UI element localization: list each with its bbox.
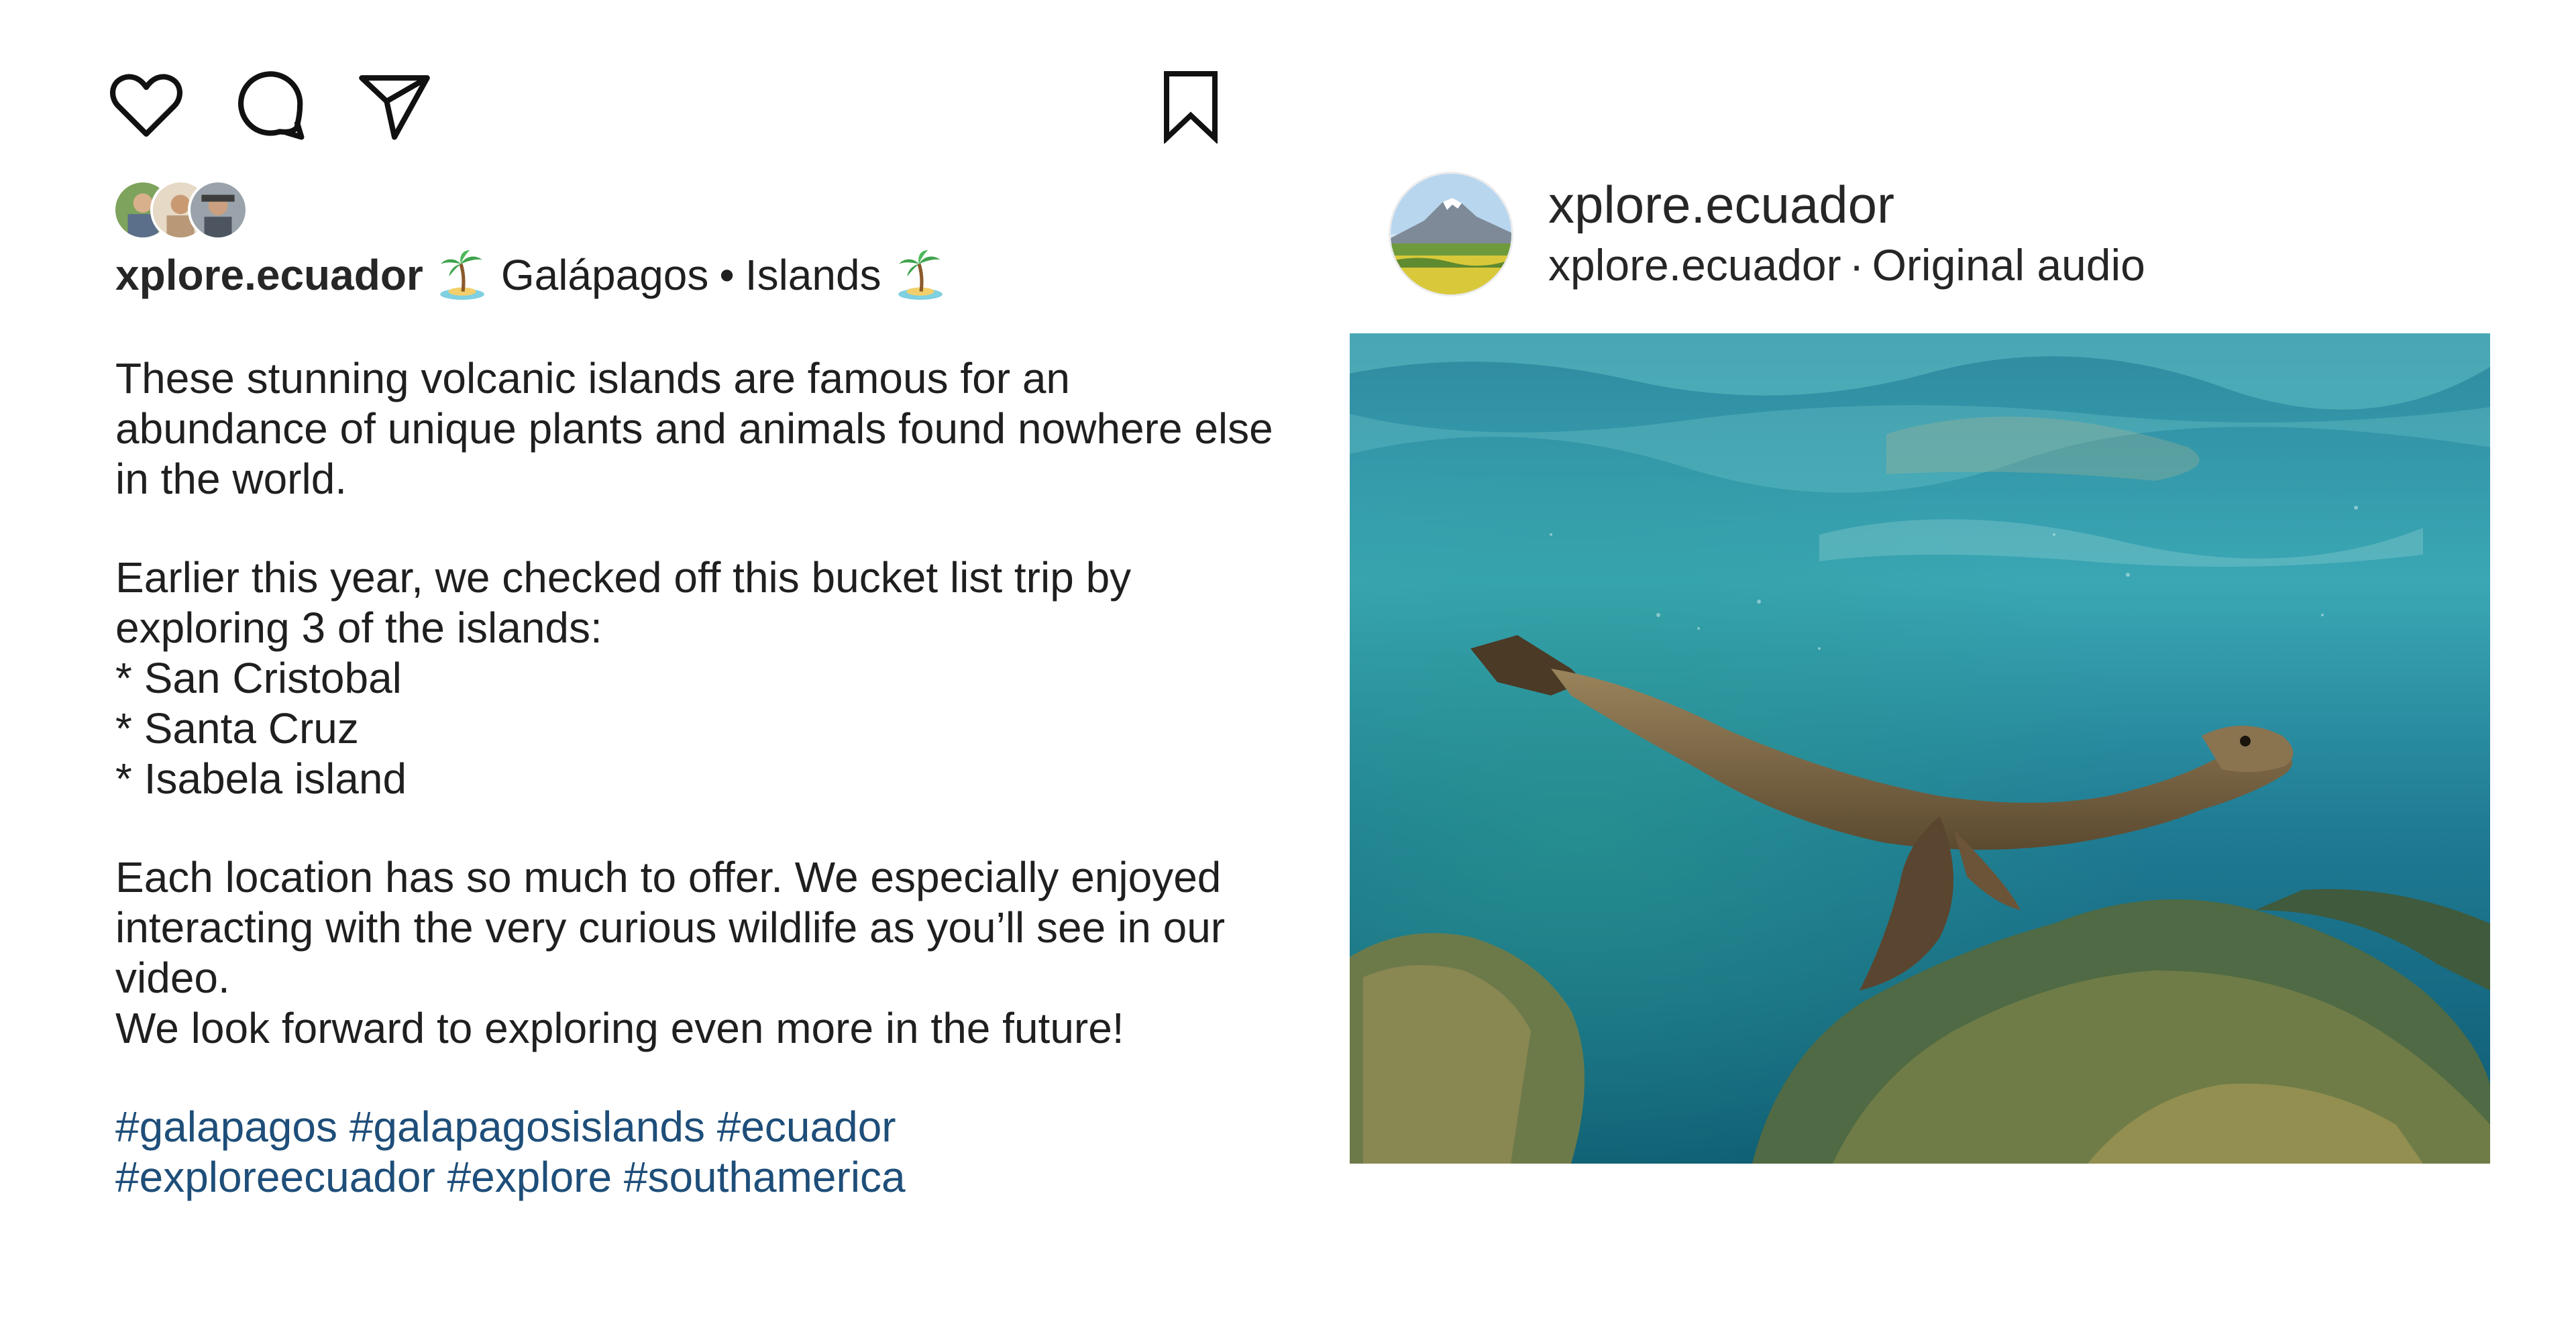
hashtag-link[interactable]: #galapagosislands — [350, 1103, 705, 1151]
comment-bubble-icon[interactable] — [231, 67, 309, 145]
hashtag-link[interactable]: #southamerica — [624, 1153, 906, 1201]
hashtag-link[interactable]: #ecuador — [717, 1103, 896, 1151]
caption-paragraph-3: Each location has so much to offer. We e… — [115, 853, 1226, 1002]
palm-island-emoji-icon — [438, 249, 486, 301]
avatar[interactable] — [1389, 172, 1513, 296]
list-item: * Santa Cruz — [115, 704, 359, 752]
audio-label: Original audio — [1872, 240, 2145, 290]
profile-username[interactable]: xplore.ecuador — [1548, 174, 1894, 235]
caption-username[interactable]: xplore.ecuador — [115, 250, 423, 300]
paper-plane-icon[interactable] — [356, 67, 433, 145]
caption-paragraph-1: These stunning volcanic islands are famo… — [115, 354, 1273, 503]
hashtag-link[interactable]: #exploreecuador — [115, 1153, 435, 1201]
audio-separator: · — [1849, 240, 1864, 290]
heart-icon[interactable] — [107, 67, 185, 145]
caption-location-part2: Islands — [745, 250, 881, 299]
caption-header: xplore.ecuador Galápagos • Islands — [115, 245, 1283, 305]
hashtag-link[interactable]: #galapagos — [115, 1103, 337, 1151]
hashtag-link[interactable]: #explore — [447, 1153, 612, 1201]
list-item: * Isabela island — [115, 755, 407, 803]
caption-paragraph: These stunning volcanic islands are famo… — [115, 353, 1283, 504]
caption-paragraph: Each location has so much to offer. We e… — [115, 852, 1283, 1054]
list-item: * San Cristobal — [115, 654, 402, 702]
post-video[interactable] — [1350, 333, 2490, 1164]
caption-paragraph-2: Earlier this year, we checked off this b… — [115, 553, 1132, 652]
post-header: xplore.ecuador xplore.ecuador · Original a… — [1389, 169, 2496, 296]
post-action-bar — [101, 67, 1241, 148]
bookmark-icon[interactable] — [1157, 70, 1224, 144]
liked-by-avatars[interactable] — [113, 180, 260, 240]
underwater-sea-lion-image — [1350, 333, 2490, 1164]
post-caption: xplore.ecuador Galápagos • Islands These… — [115, 245, 1283, 1203]
caption-paragraph: Earlier this year, we checked off this b… — [115, 553, 1283, 804]
location-separator: • — [719, 250, 735, 299]
palm-island-emoji-icon — [896, 249, 945, 301]
caption-location-part1: Galápagos — [500, 250, 709, 299]
audio-attribution[interactable]: xplore.ecuador · Original audio — [1548, 238, 2145, 292]
hashtag-block: #galapagos #galapagosislands #ecuador #e… — [115, 1102, 1283, 1203]
avatar — [188, 180, 248, 240]
caption-paragraph-3-end: We look forward to exploring even more i… — [115, 1004, 1124, 1052]
audio-username: xplore.ecuador — [1548, 240, 1841, 290]
